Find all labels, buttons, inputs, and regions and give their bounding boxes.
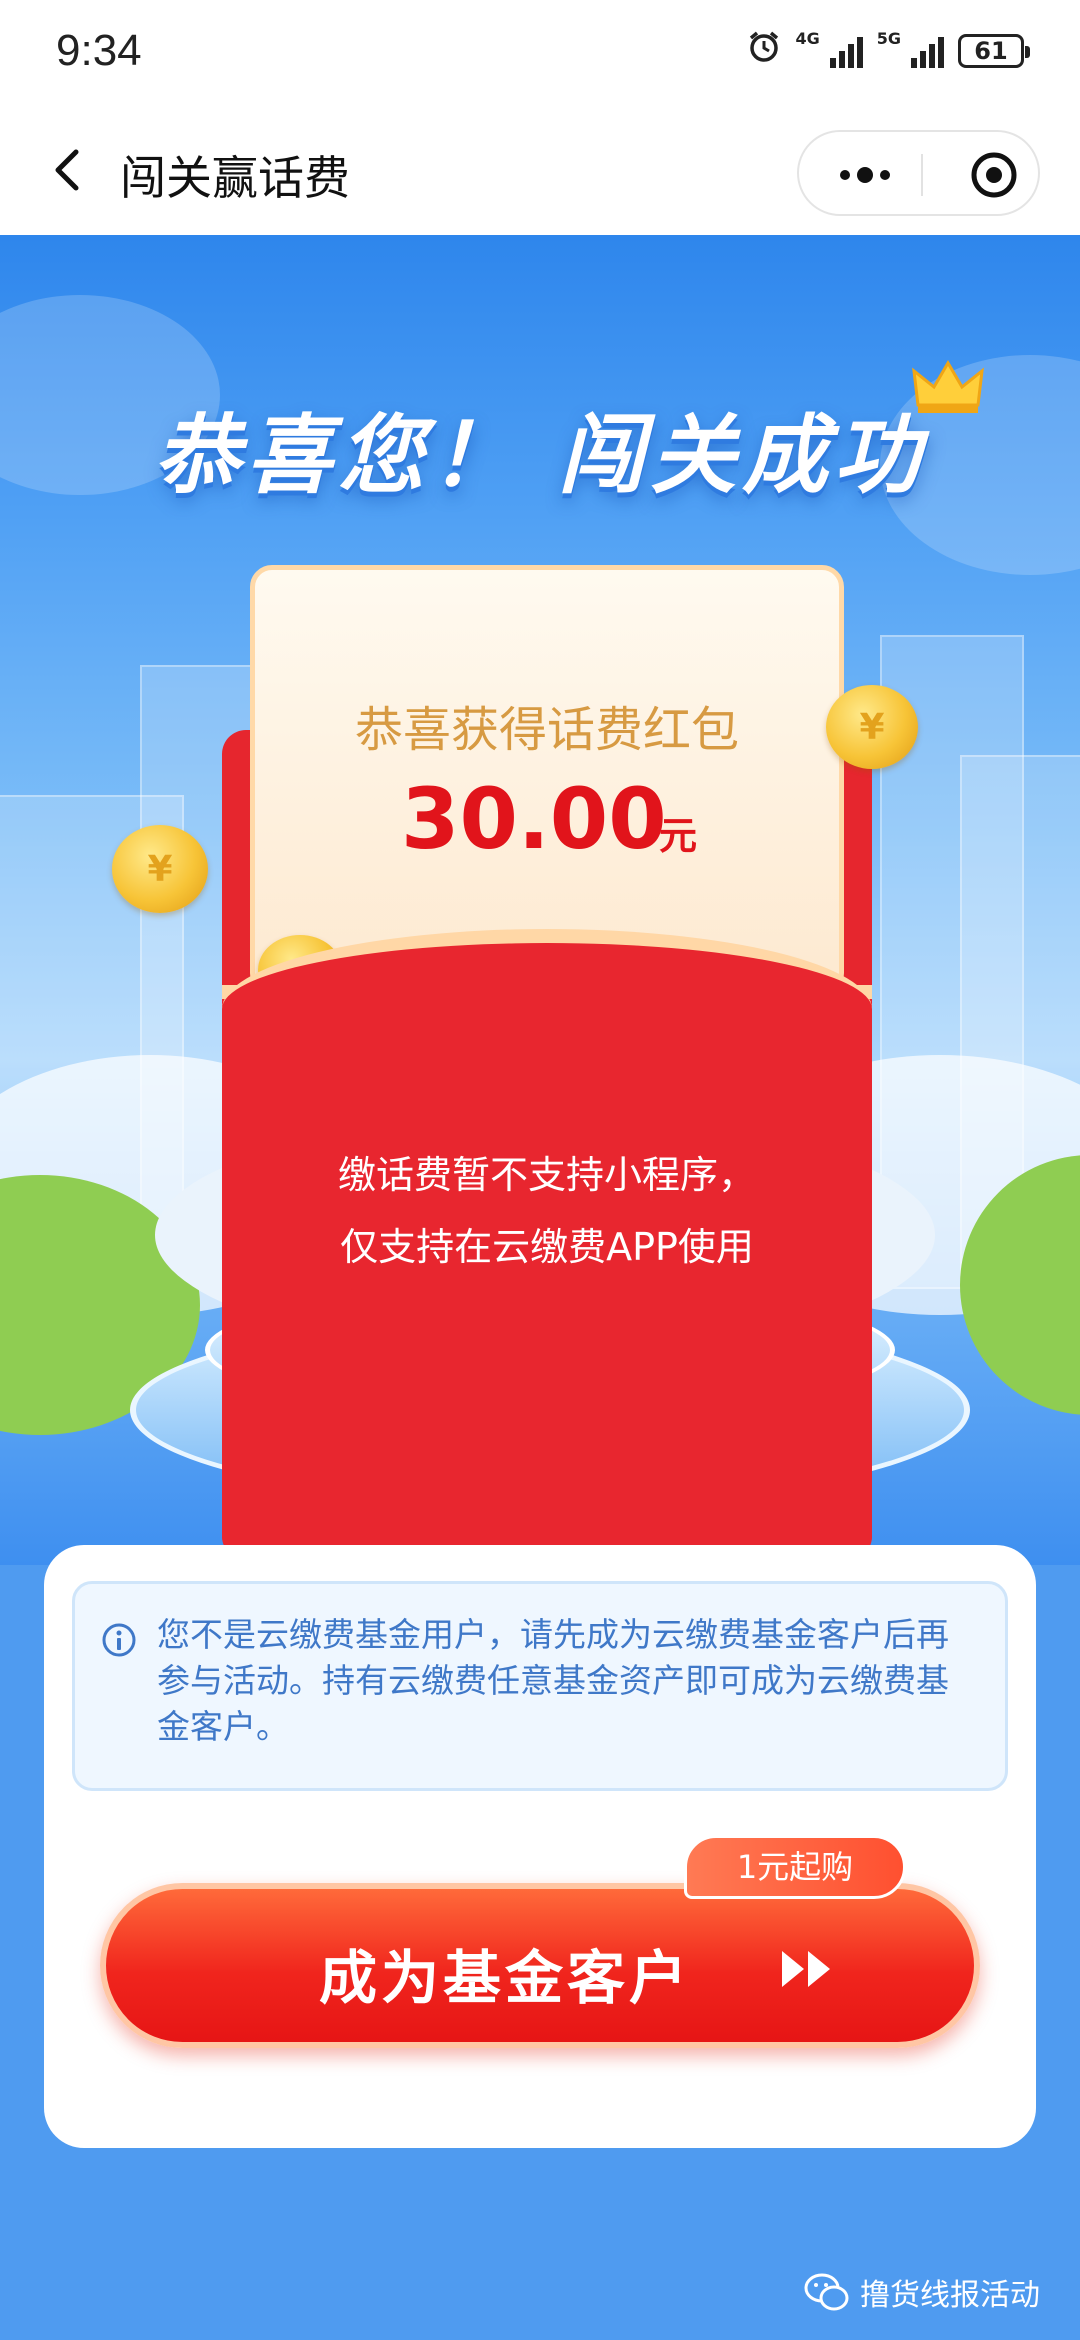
status-bar: 9:34 4G 5G 61: [0, 0, 1080, 110]
success-hero: 恭喜您！ 闯关成功 恭喜获得话费红包 30.00 元 ¥ ¥ 缴话费暂不支持小程…: [0, 235, 1080, 1565]
more-options-icon[interactable]: [835, 160, 895, 190]
envelope-note-line1: 缴话费暂不支持小程序，: [337, 1153, 756, 1197]
envelope-note-line2: 仅支持在云缴费APP使用: [340, 1225, 754, 1269]
coin-icon: ¥: [826, 685, 918, 769]
info-icon: [102, 1623, 136, 1657]
signal-icon-2: [911, 34, 944, 68]
notice-text: 您不是云缴费基金用户，请先成为云缴费基金客户后再参与活动。持有云缴费任意基金资产…: [157, 1615, 949, 1746]
become-fund-customer-button[interactable]: 成为基金客户: [100, 1883, 980, 2048]
miniprogram-capsule: [797, 130, 1040, 216]
status-icons: 4G 5G 61: [747, 29, 1030, 72]
nav-bar: 闯关赢话费: [0, 110, 1080, 235]
red-envelope-front: 缴话费暂不支持小程序， 仅支持在云缴费APP使用: [222, 929, 872, 1560]
page-title: 闯关赢话费: [120, 151, 350, 205]
coin-icon: ¥: [112, 825, 208, 913]
network-5g-label: 5G: [876, 29, 901, 48]
price-tag-badge: 1元起购: [684, 1835, 906, 1899]
capsule-divider: [921, 154, 923, 196]
fund-user-notice: 您不是云缴费基金用户，请先成为云缴费基金客户后再参与活动。持有云缴费任意基金资产…: [72, 1581, 1008, 1791]
network-4g-label: 4G: [795, 29, 820, 48]
alarm-icon: [747, 30, 781, 72]
close-miniprogram-icon[interactable]: [969, 150, 1019, 200]
watermark-text: 撸货线报活动: [860, 2278, 1040, 2313]
crown-icon: [912, 360, 984, 413]
double-arrow-icon: [782, 1951, 830, 1987]
envelope-note: 缴话费暂不支持小程序， 仅支持在云缴费APP使用: [222, 1139, 872, 1283]
watermark: 撸货线报活动: [804, 2270, 1040, 2314]
signal-icon: [829, 34, 863, 68]
prize-amount: 30.00: [401, 770, 667, 868]
back-arrow-icon[interactable]: [40, 140, 100, 200]
battery-icon: 61: [958, 34, 1030, 68]
prize-card-title: 恭喜获得话费红包: [354, 702, 739, 758]
prize-amount-unit: 元: [659, 814, 698, 858]
status-time: 9:34: [56, 26, 142, 75]
action-panel: 您不是云缴费基金用户，请先成为云缴费基金客户后再参与活动。持有云缴费任意基金资产…: [44, 1545, 1036, 2148]
cta-label: 成为基金客户: [318, 1944, 691, 2012]
wechat-icon: [804, 2273, 849, 2311]
